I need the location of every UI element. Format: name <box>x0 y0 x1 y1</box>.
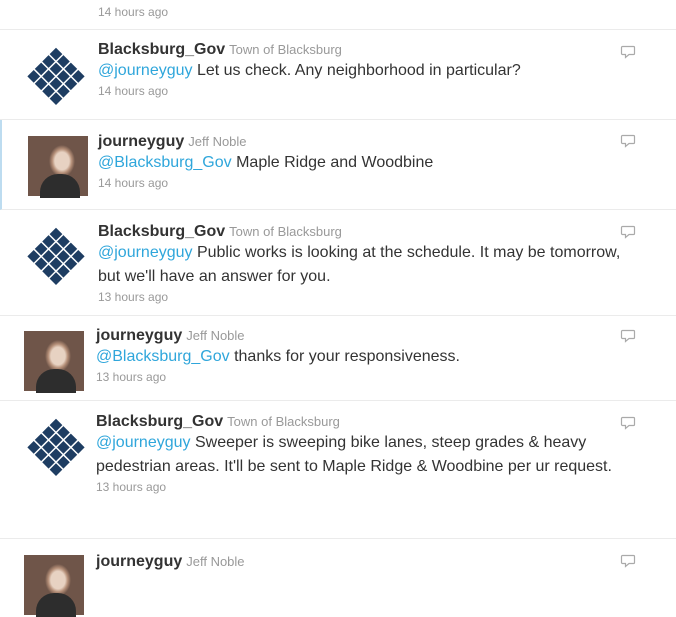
tweet-item[interactable]: journeyguy Jeff Noble <box>0 539 676 617</box>
tweet-item[interactable]: Blacksburg_Gov Town of Blacksburg @journe… <box>0 210 676 316</box>
tweet-item[interactable]: Blacksburg_Gov Town of Blacksburg @journe… <box>0 401 676 539</box>
tweet-author-handle[interactable]: journeyguy <box>96 327 182 344</box>
mention-link[interactable]: @journeyguy <box>98 62 193 79</box>
tweet-text: @journeyguy Let us check. Any neighborho… <box>98 59 622 83</box>
mention-link[interactable]: @Blacksburg_Gov <box>96 348 230 365</box>
tweet-timestamp[interactable]: 14 hours ago <box>98 176 624 190</box>
tweet-body: thanks for your responsiveness. <box>229 348 460 365</box>
tweet-timestamp[interactable]: 13 hours ago <box>96 370 622 384</box>
user-avatar[interactable] <box>28 136 88 198</box>
tweet-author-name[interactable]: Town of Blacksburg <box>229 224 342 239</box>
tweet-author-handle[interactable]: journeyguy <box>98 133 184 150</box>
tweet-author-name[interactable]: Jeff Noble <box>188 134 246 149</box>
government-logo-icon[interactable] <box>26 46 86 106</box>
tweet-timestamp[interactable]: 14 hours ago <box>98 84 622 98</box>
tweet-content: Blacksburg_Gov Town of Blacksburg @journe… <box>98 41 622 98</box>
reply-icon[interactable] <box>620 328 636 344</box>
tweet-header: Blacksburg_Gov Town of Blacksburg <box>98 223 622 241</box>
reply-icon[interactable] <box>620 553 636 569</box>
tweet-header: journeyguy Jeff Noble <box>96 553 622 571</box>
tweet-author-name[interactable]: Town of Blacksburg <box>229 42 342 57</box>
mention-link[interactable]: @Blacksburg_Gov <box>98 154 232 171</box>
previous-tweet-stub: 14 hours ago <box>0 0 676 30</box>
reply-icon[interactable] <box>620 224 636 240</box>
mention-link[interactable]: @journeyguy <box>98 244 193 261</box>
tweet-text: @journeyguy Sweeper is sweeping bike lan… <box>96 431 622 479</box>
reply-icon[interactable] <box>620 133 636 149</box>
tweet-text: @journeyguy Public works is looking at t… <box>98 241 622 289</box>
tweet-header: journeyguy Jeff Noble <box>98 133 624 151</box>
tweet-content: journeyguy Jeff Noble @Blacksburg_Gov Map… <box>98 133 624 190</box>
tweet-item[interactable]: journeyguy Jeff Noble @Blacksburg_Gov tha… <box>0 316 676 401</box>
tweet-text: @Blacksburg_Gov thanks for your responsi… <box>96 345 622 369</box>
tweet-author-handle[interactable]: Blacksburg_Gov <box>98 41 225 58</box>
tweet-timestamp[interactable]: 13 hours ago <box>98 290 622 304</box>
tweet-header: Blacksburg_Gov Town of Blacksburg <box>98 41 622 59</box>
tweet-body: Let us check. Any neighborhood in partic… <box>192 62 521 79</box>
mention-link[interactable]: @journeyguy <box>96 434 191 451</box>
tweet-text: @Blacksburg_Gov Maple Ridge and Woodbine <box>98 151 624 175</box>
tweet-header: Blacksburg_Gov Town of Blacksburg <box>96 413 622 431</box>
tweet-author-handle[interactable]: journeyguy <box>96 553 182 570</box>
tweet-header: journeyguy Jeff Noble <box>96 327 622 345</box>
tweet-author-handle[interactable]: Blacksburg_Gov <box>96 413 223 430</box>
user-avatar[interactable] <box>24 555 84 617</box>
user-avatar[interactable] <box>24 331 84 393</box>
tweet-body: Maple Ridge and Woodbine <box>231 154 434 171</box>
tweet-author-handle[interactable]: Blacksburg_Gov <box>98 223 225 240</box>
government-logo-icon[interactable] <box>26 417 86 477</box>
tweet-content: journeyguy Jeff Noble @Blacksburg_Gov tha… <box>96 327 622 384</box>
tweet-author-name[interactable]: Town of Blacksburg <box>227 414 340 429</box>
tweet-content: Blacksburg_Gov Town of Blacksburg @journe… <box>98 223 622 304</box>
tweet-content: journeyguy Jeff Noble <box>96 553 622 571</box>
government-logo-icon[interactable] <box>26 226 86 286</box>
tweet-item[interactable]: Blacksburg_Gov Town of Blacksburg @journe… <box>0 30 676 120</box>
tweet-item[interactable]: journeyguy Jeff Noble @Blacksburg_Gov Map… <box>0 120 676 210</box>
reply-icon[interactable] <box>620 44 636 60</box>
tweet-content: Blacksburg_Gov Town of Blacksburg @journe… <box>96 413 622 494</box>
tweet-author-name[interactable]: Jeff Noble <box>186 328 244 343</box>
tweet-author-name[interactable]: Jeff Noble <box>186 554 244 569</box>
tweet-timestamp[interactable]: 13 hours ago <box>96 480 622 494</box>
tweet-timestamp[interactable]: 14 hours ago <box>98 5 168 19</box>
reply-icon[interactable] <box>620 415 636 431</box>
